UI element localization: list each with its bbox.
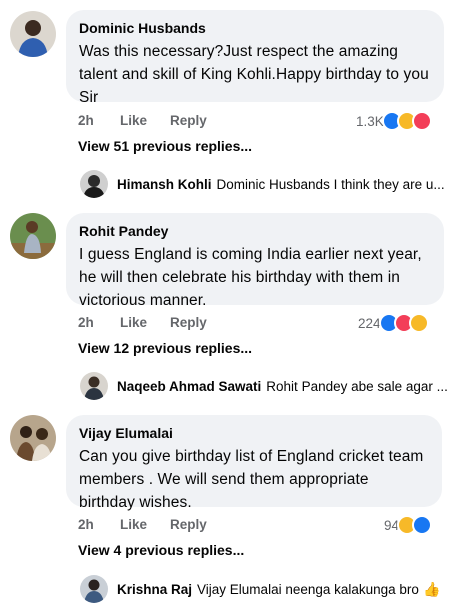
reply-button[interactable]: Reply bbox=[170, 515, 207, 535]
avatar[interactable] bbox=[80, 170, 108, 198]
reply-preview[interactable]: Himansh Kohli Dominic Husbands I think t… bbox=[80, 169, 445, 199]
reply-author[interactable]: Himansh Kohli bbox=[117, 177, 212, 192]
comment-actions: 2h Like Reply bbox=[78, 111, 338, 131]
reply-text: Vijay Elumalai neenga kalakunga bro bbox=[197, 581, 419, 597]
reaction-count: 224 bbox=[358, 315, 381, 331]
reaction-count: 1.3K bbox=[356, 113, 384, 129]
reply-preview[interactable]: Naqeeb Ahmad Sawati Rohit Pandey abe sal… bbox=[80, 371, 448, 401]
reply-text: Rohit Pandey abe sale agar ... bbox=[266, 378, 448, 394]
view-previous-replies[interactable]: View 51 previous replies... bbox=[78, 138, 252, 154]
love-icon bbox=[411, 111, 432, 131]
comment-time[interactable]: 2h bbox=[78, 313, 94, 333]
reply-button[interactable]: Reply bbox=[170, 313, 207, 333]
comment-author[interactable]: Dominic Husbands bbox=[79, 19, 430, 37]
avatar[interactable] bbox=[80, 575, 108, 603]
comment-bubble: Dominic Husbands Was this necessary?Just… bbox=[66, 10, 444, 106]
comment-text: Can you give birthday list of England cr… bbox=[79, 448, 424, 511]
comment-text: Was this necessary?Just respect the amaz… bbox=[79, 43, 429, 106]
like-icon bbox=[412, 515, 433, 535]
comment-actions: 2h Like Reply bbox=[78, 313, 338, 333]
reaction-summary[interactable]: 224 bbox=[358, 312, 429, 334]
reply-author[interactable]: Naqeeb Ahmad Sawati bbox=[117, 379, 261, 394]
comment-actions: 2h Like Reply bbox=[78, 515, 338, 535]
comment-time[interactable]: 2h bbox=[78, 515, 94, 535]
avatar[interactable] bbox=[10, 415, 56, 461]
like-button[interactable]: Like bbox=[120, 515, 147, 535]
reply-author[interactable]: Krishna Raj bbox=[117, 582, 192, 597]
comment-bubble: Rohit Pandey I guess England is coming I… bbox=[66, 213, 444, 309]
reply-preview[interactable]: Krishna Raj Vijay Elumalai neenga kalaku… bbox=[80, 574, 440, 604]
view-previous-replies[interactable]: View 12 previous replies... bbox=[78, 340, 252, 356]
thumbs-up-emoji-icon: 👍 bbox=[422, 580, 441, 597]
avatar[interactable] bbox=[10, 213, 56, 259]
reply-button[interactable]: Reply bbox=[170, 111, 207, 131]
like-button[interactable]: Like bbox=[120, 313, 147, 333]
comment-text: I guess England is coming India earlier … bbox=[79, 246, 422, 309]
haha-icon bbox=[408, 313, 429, 333]
avatar[interactable] bbox=[10, 11, 56, 57]
comment-author[interactable]: Rohit Pandey bbox=[79, 222, 430, 240]
view-previous-replies[interactable]: View 4 previous replies... bbox=[78, 542, 244, 558]
like-button[interactable]: Like bbox=[120, 111, 147, 131]
reaction-summary[interactable]: 94 bbox=[384, 514, 433, 536]
avatar[interactable] bbox=[80, 372, 108, 400]
comment-time[interactable]: 2h bbox=[78, 111, 94, 131]
reply-text: Dominic Husbands I think they are u... bbox=[216, 176, 445, 192]
comment-bubble: Vijay Elumalai Can you give birthday lis… bbox=[66, 415, 442, 511]
reaction-summary[interactable]: 1.3K bbox=[356, 110, 432, 132]
comment-author[interactable]: Vijay Elumalai bbox=[79, 424, 428, 442]
